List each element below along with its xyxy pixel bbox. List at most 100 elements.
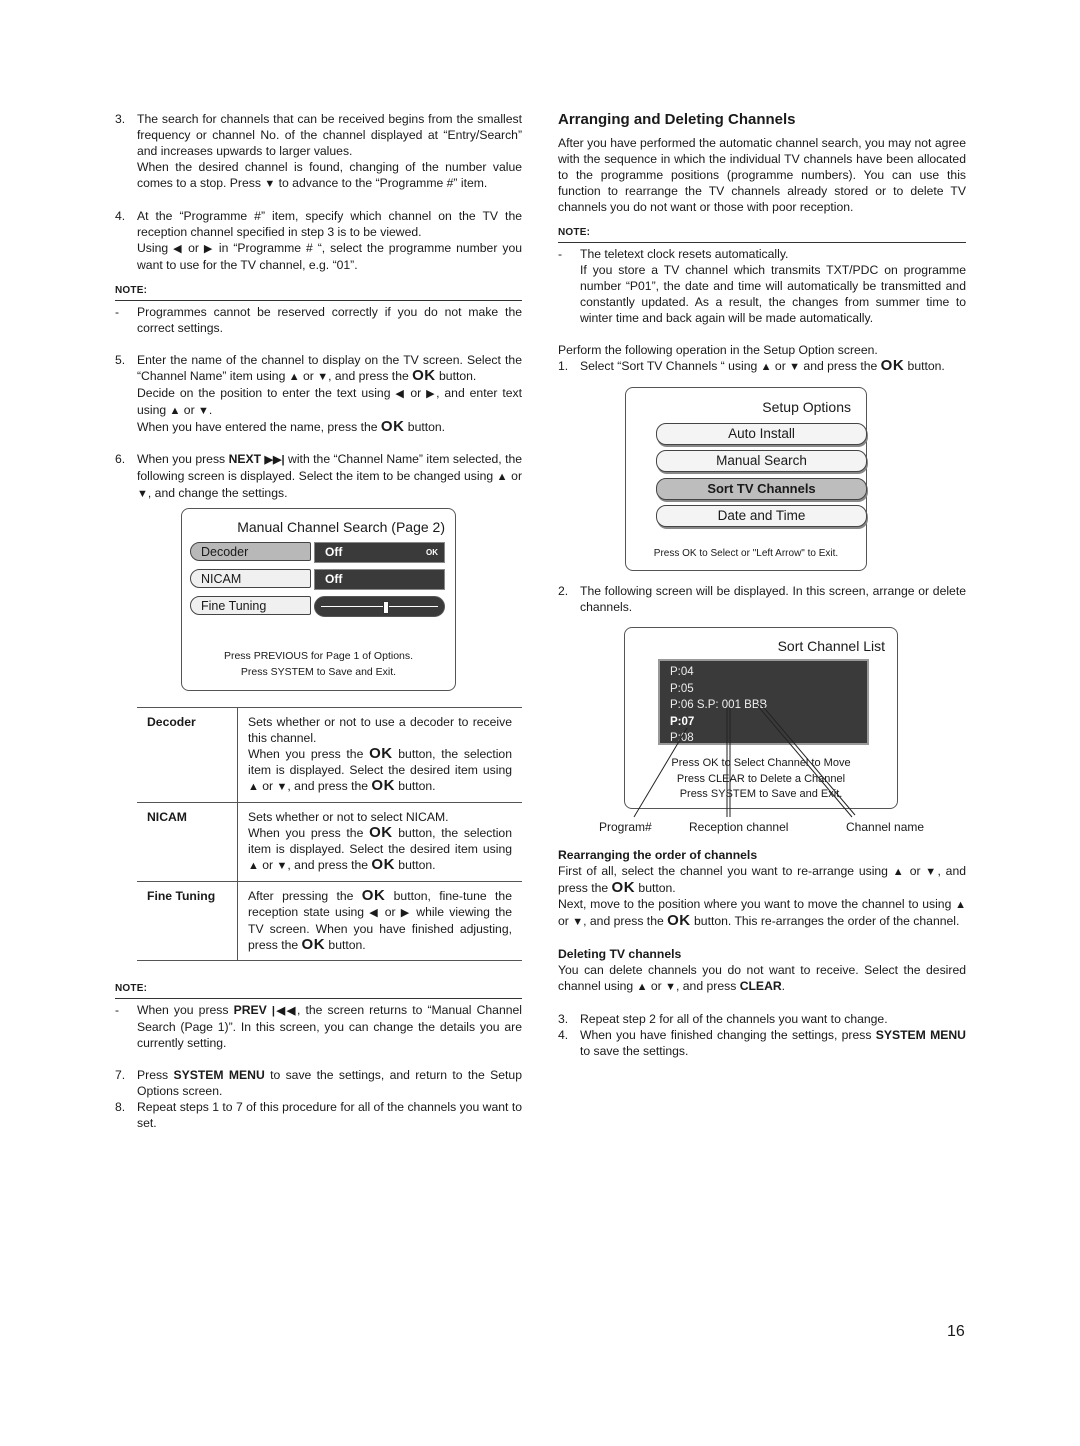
decoder-value[interactable]: Off OK — [314, 542, 445, 563]
left-column: 3. The search for channels that can be r… — [115, 111, 522, 1131]
callout-channel-name: Channel name — [846, 820, 925, 834]
step-7: 7. Press SYSTEM MENU to save the setting… — [115, 1068, 522, 1098]
up-arrow-icon: ▲ — [248, 781, 259, 793]
nicam-value[interactable]: Off — [314, 569, 445, 590]
setup-options-screen: Setup Options Auto Install Manual Search… — [625, 387, 867, 571]
callout-program: Program# — [599, 820, 652, 834]
note-heading: NOTE: — [115, 981, 522, 999]
ok-mark: OK — [426, 548, 438, 557]
note-heading: NOTE: — [115, 283, 522, 301]
fine-tuning-row[interactable]: Fine Tuning — [190, 596, 445, 617]
nicam-row[interactable]: NICAM Off — [190, 569, 445, 590]
list-item[interactable]: P:05 — [670, 681, 867, 698]
list-item[interactable]: P:06 S.P: 001 BBB — [670, 697, 867, 714]
note-teletext: - The teletext clock resets automaticall… — [558, 247, 966, 325]
up-arrow-icon: ▲ — [288, 371, 300, 383]
ok-button-icon: OK — [371, 856, 395, 873]
callout-reception: Reception channel — [689, 820, 789, 834]
note-2: - When you press PREV |◀◀, the screen re… — [115, 1003, 522, 1050]
sort-tv-channels-button[interactable]: Sort TV Channels — [656, 478, 867, 500]
up-arrow-icon: ▲ — [760, 361, 772, 373]
left-arrow-icon: ◀ — [395, 388, 406, 400]
ok-button-icon: OK — [880, 357, 905, 374]
screen-footer-2: Press SYSTEM to Save and Exit. — [240, 666, 397, 678]
step-3: 3. Repeat step 2 for all of the channels… — [558, 1012, 888, 1026]
up-arrow-icon: ▲ — [169, 405, 181, 417]
section-heading: Arranging and Deleting Channels — [558, 111, 796, 128]
up-arrow-icon: ▲ — [636, 981, 648, 993]
ok-button-icon: OK — [667, 912, 691, 929]
perform-text: Perform the following operation in the S… — [558, 343, 878, 357]
right-column: Arranging and Deleting Channels After yo… — [558, 111, 966, 1058]
down-arrow-icon: ▼ — [572, 916, 584, 928]
down-arrow-icon: ▼ — [198, 405, 209, 417]
fine-tuning-label[interactable]: Fine Tuning — [190, 596, 311, 615]
date-and-time-button[interactable]: Date and Time — [656, 505, 867, 527]
list-item[interactable]: P:08 — [670, 730, 867, 747]
manual-search-button[interactable]: Manual Search — [656, 450, 867, 472]
ok-button-icon: OK — [611, 879, 636, 896]
step-1: 1. Select “Sort TV Channels “ using ▲ or… — [558, 357, 945, 374]
note-1: - Programmes cannot be reserved correctl… — [115, 305, 522, 335]
down-arrow-icon: ▼ — [264, 178, 276, 190]
slider-track — [321, 606, 438, 607]
ok-button-icon: OK — [371, 777, 395, 794]
ok-button-icon: OK — [380, 418, 405, 435]
up-arrow-icon: ▲ — [892, 866, 905, 878]
up-arrow-icon: ▲ — [248, 860, 259, 872]
down-arrow-icon: ▼ — [665, 981, 676, 993]
screen-footer: Press OK to Select Channel to Move Press… — [671, 757, 851, 800]
screen-title: Sort Channel List — [777, 638, 885, 654]
ok-button-icon: OK — [369, 745, 393, 762]
down-arrow-icon: ▼ — [276, 781, 288, 793]
right-arrow-icon: ▶ — [203, 243, 214, 255]
next-icon: ▶▶| — [264, 454, 285, 466]
right-arrow-icon: ▶ — [426, 388, 437, 400]
intro-paragraph: After you have performed the automatic c… — [558, 136, 966, 214]
decoder-row[interactable]: Decoder Off OK — [190, 542, 445, 563]
screen-title: Manual Channel Search (Page 2) — [237, 519, 445, 535]
down-arrow-icon: ▼ — [789, 361, 801, 373]
down-arrow-icon: ▼ — [925, 866, 938, 878]
screen-footer-1: Press PREVIOUS for Page 1 of Options. — [223, 650, 414, 662]
note-heading: NOTE: — [558, 225, 966, 243]
step-4: 4. At the “Programme #” item, specify wh… — [115, 209, 523, 272]
ok-button-icon: OK — [412, 367, 436, 384]
manual-channel-search-screen: Manual Channel Search (Page 2) Decoder O… — [181, 508, 456, 691]
nicam-label[interactable]: NICAM — [190, 569, 311, 588]
down-arrow-icon: ▼ — [317, 371, 329, 383]
page-number: 16 — [947, 1323, 965, 1340]
screen-title: Setup Options — [762, 399, 851, 415]
step-6: 6. When you press NEXT ▶▶| with the “Cha… — [115, 452, 523, 500]
fine-tuning-slider[interactable] — [314, 596, 445, 617]
step-3: 3. The search for channels that can be r… — [115, 112, 522, 190]
left-arrow-icon: ◀ — [173, 243, 184, 255]
decoder-label[interactable]: Decoder — [190, 542, 311, 561]
table-row: NICAM Sets whether or not to select NICA… — [137, 802, 522, 882]
ok-button-icon: OK — [369, 824, 393, 841]
down-arrow-icon: ▼ — [276, 860, 288, 872]
settings-description-table: Decoder Sets whether or not to use a dec… — [137, 707, 522, 961]
up-arrow-icon: ▲ — [955, 899, 966, 911]
sort-channel-list-screen: Sort Channel List P:04 P:05 P:06 S.P: 00… — [624, 627, 898, 809]
step-2: 2. The following screen will be displaye… — [558, 584, 966, 614]
screen-footer: Press OK to Select or "Left Arrow" to Ex… — [653, 548, 839, 559]
auto-install-button[interactable]: Auto Install — [656, 423, 867, 445]
down-arrow-icon: ▼ — [137, 488, 148, 500]
left-arrow-icon: ◀ — [369, 907, 380, 919]
list-item[interactable]: P:04 — [670, 664, 867, 681]
prev-icon: |◀◀ — [271, 1005, 297, 1017]
step-5: 5. Enter the name of the channel to disp… — [115, 353, 522, 435]
right-arrow-icon: ▶ — [400, 907, 412, 919]
step-8: 8. Repeat steps 1 to 7 of this procedure… — [115, 1100, 522, 1130]
ok-button-icon: OK — [301, 936, 326, 953]
ok-button-icon: OK — [361, 887, 386, 904]
callout-labels: Program# Reception channel Channel name — [558, 819, 966, 841]
delete-heading: Deleting TV channels — [558, 947, 682, 961]
slider-knob[interactable] — [383, 601, 390, 614]
table-row: Decoder Sets whether or not to use a dec… — [137, 707, 522, 803]
step-4: 4. When you have finished changing the s… — [558, 1028, 966, 1058]
list-item-selected[interactable]: P:07 — [670, 714, 867, 731]
table-row: Fine Tuning After pressing the OK button… — [137, 881, 522, 961]
channel-list: P:04 P:05 P:06 S.P: 001 BBB P:07 P:08 — [658, 659, 869, 745]
